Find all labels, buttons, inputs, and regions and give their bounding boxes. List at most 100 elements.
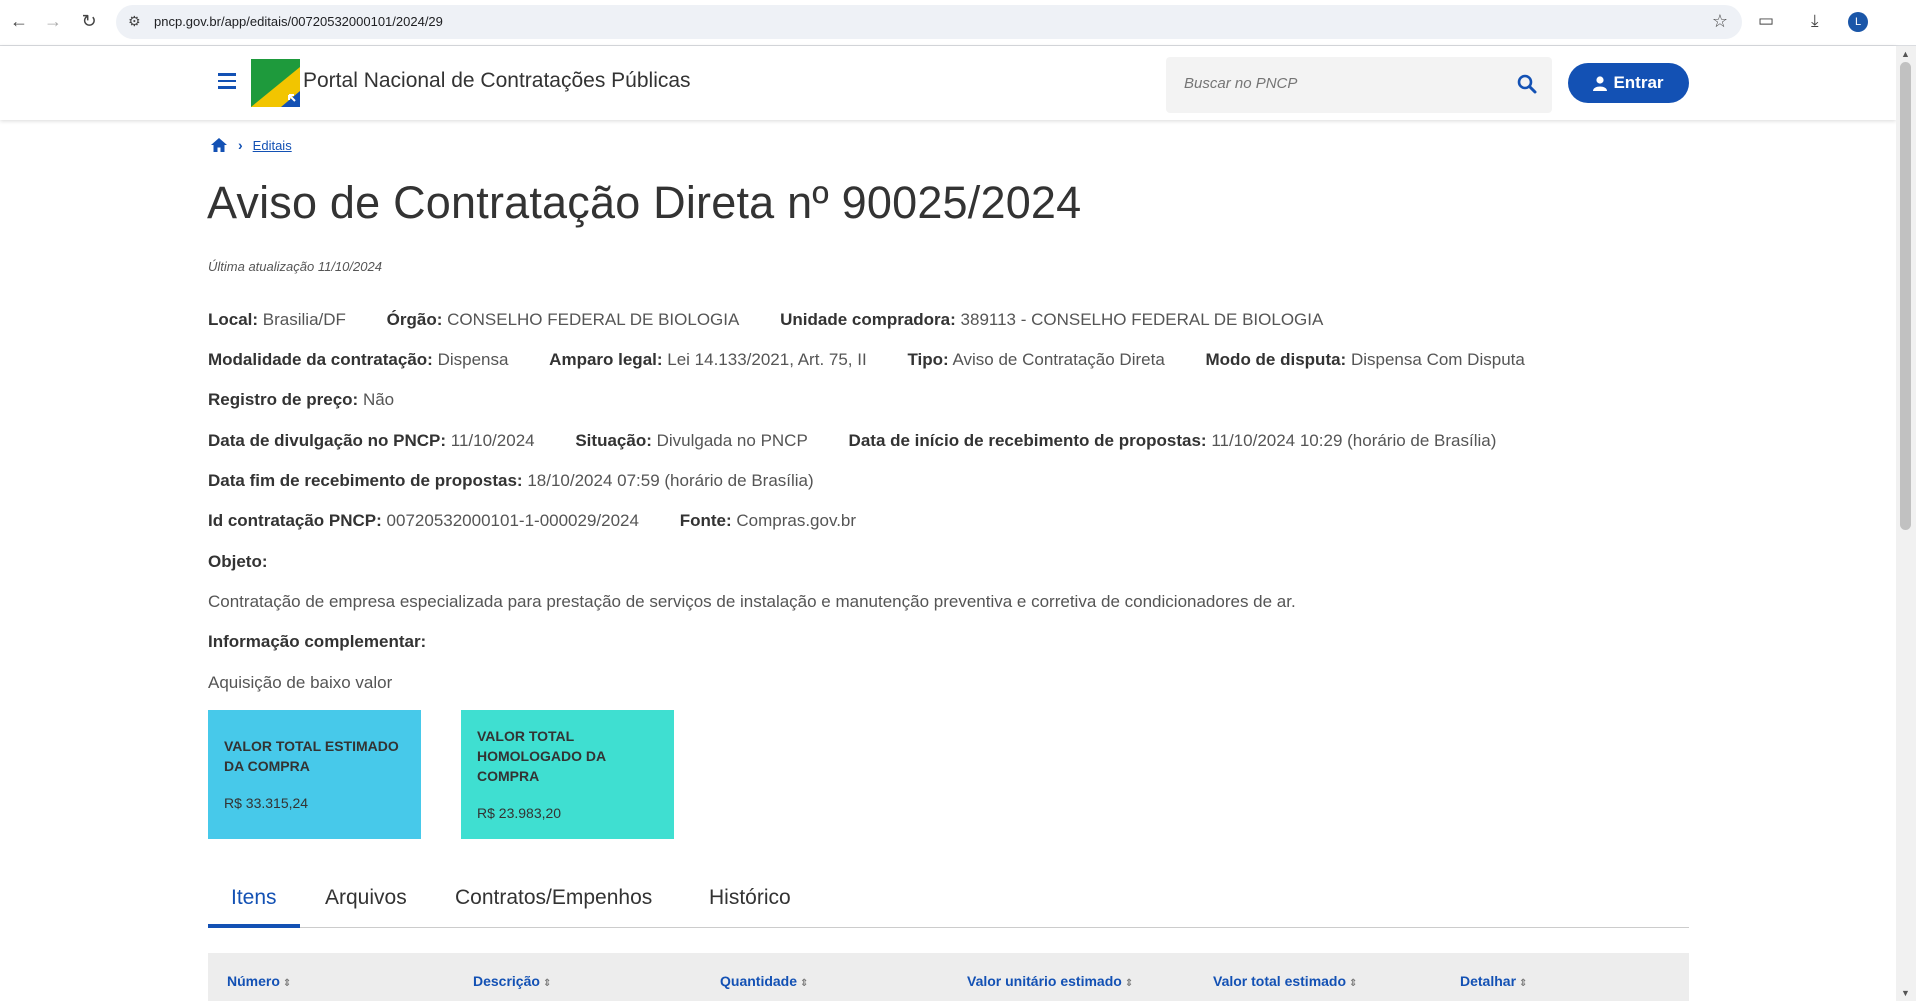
- field-label: Data fim de recebimento de propostas:: [208, 471, 523, 490]
- scroll-up-icon[interactable]: ▲: [1901, 49, 1910, 59]
- details-row-3: Registro de preço: Não: [208, 390, 430, 410]
- field-inicio: Data de início de recebimento de propost…: [849, 431, 1497, 450]
- field-label: Fonte:: [679, 511, 732, 530]
- card-valor-estimado: VALOR TOTAL ESTIMADO DA COMPRA R$ 33.315…: [208, 710, 421, 839]
- field-value: Compras.gov.br: [736, 511, 857, 530]
- column-header-quantidade[interactable]: Quantidade ⇕: [720, 973, 808, 989]
- profile-avatar[interactable]: L: [1848, 12, 1868, 32]
- column-label: Descrição: [473, 973, 540, 989]
- site-header: Portal Nacional de Contratações Públicas…: [0, 46, 1896, 120]
- site-info-icon[interactable]: ⚙: [128, 13, 146, 31]
- tab-arquivos[interactable]: Arquivos: [325, 886, 407, 910]
- details-row-1: Local: Brasilia/DF Órgão: CONSELHO FEDER…: [208, 310, 1359, 330]
- info-complementar-text: Aquisição de baixo valor: [208, 673, 393, 692]
- column-header-valor-unitario[interactable]: Valor unitário estimado ⇕: [967, 973, 1133, 989]
- page-title: Aviso de Contratação Direta nº 90025/202…: [207, 177, 1082, 228]
- info-complementar-label: Informação complementar:: [208, 632, 427, 651]
- field-tipo: Tipo: Aviso de Contratação Direta: [907, 350, 1164, 369]
- objeto-text: Contratação de empresa especializada par…: [208, 592, 1296, 611]
- column-label: Valor total estimado: [1213, 973, 1347, 989]
- scroll-thumb[interactable]: [1900, 62, 1911, 530]
- last-updated: Última atualização 11/10/2024: [208, 259, 382, 274]
- sort-icon[interactable]: ⇕: [800, 978, 808, 989]
- column-header-descricao[interactable]: Descrição ⇕: [473, 973, 551, 989]
- field-value: Dispensa: [437, 350, 509, 369]
- field-label: Amparo legal:: [549, 350, 663, 369]
- field-label: Situação:: [575, 431, 652, 450]
- field-value: 389113 - CONSELHO FEDERAL DE BIOLOGIA: [960, 310, 1324, 329]
- menu-icon[interactable]: [218, 73, 236, 89]
- sort-icon[interactable]: ⇕: [1349, 978, 1357, 989]
- sort-icon[interactable]: ⇕: [1125, 978, 1133, 989]
- reload-icon[interactable]: ↻: [78, 10, 100, 32]
- field-situacao: Situação: Divulgada no PNCP: [575, 431, 807, 450]
- field-value: Brasilia/DF: [262, 310, 346, 329]
- field-label: Registro de preço:: [208, 390, 359, 409]
- forward-icon[interactable]: →: [42, 10, 64, 32]
- tab-itens[interactable]: Itens: [231, 886, 277, 910]
- download-icon[interactable]: ⤓: [1811, 11, 1819, 31]
- field-local: Local: Brasilia/DF: [208, 310, 346, 329]
- field-value: Aviso de Contratação Direta: [952, 350, 1165, 369]
- card-value: R$ 33.315,24: [224, 795, 309, 811]
- extensions-icon[interactable]: ▭: [1758, 11, 1774, 31]
- breadcrumb-link-editais[interactable]: Editais: [253, 138, 292, 153]
- details-row-4: Data de divulgação no PNCP: 11/10/2024 S…: [208, 431, 1532, 451]
- field-value: CONSELHO FEDERAL DE BIOLOGIA: [447, 310, 740, 329]
- page-scrollbar[interactable]: ▲ ▼: [1896, 46, 1916, 1001]
- card-value: R$ 23.983,20: [477, 805, 562, 821]
- column-label: Detalhar: [1460, 973, 1517, 989]
- field-label: Tipo:: [907, 350, 949, 369]
- back-icon[interactable]: ←: [8, 10, 30, 32]
- user-icon: [1593, 75, 1608, 91]
- field-label: Data de divulgação no PNCP:: [208, 431, 447, 450]
- details-row-5: Data fim de recebimento de propostas: 18…: [208, 471, 850, 491]
- field-orgao: Órgão: CONSELHO FEDERAL DE BIOLOGIA: [387, 310, 740, 329]
- login-button[interactable]: Entrar: [1568, 63, 1689, 103]
- column-header-detalhar[interactable]: Detalhar ⇕: [1460, 973, 1527, 989]
- field-value: Não: [362, 390, 395, 409]
- field-value: 18/10/2024 07:59 (horário de Brasília): [527, 471, 814, 490]
- chevron-right-icon: ›: [238, 137, 243, 153]
- field-unidade: Unidade compradora: 389113 - CONSELHO FE…: [780, 310, 1323, 329]
- card-title: VALOR TOTAL HOMOLOGADO DA COMPRA: [477, 728, 606, 784]
- tab-contratos-empenhos[interactable]: Contratos/Empenhos: [455, 886, 652, 910]
- address-bar[interactable]: ⚙ pncp.gov.br/app/editais/00720532000101…: [116, 5, 1742, 39]
- objeto-label: Objeto:: [208, 552, 268, 571]
- field-value: Divulgada no PNCP: [656, 431, 808, 450]
- column-header-numero[interactable]: Número ⇕: [227, 973, 291, 989]
- sort-icon[interactable]: ⇕: [1519, 978, 1527, 989]
- scroll-down-icon[interactable]: ▼: [1901, 988, 1910, 998]
- bookmark-star-icon[interactable]: ☆: [1712, 11, 1728, 32]
- sort-icon[interactable]: ⇕: [543, 978, 551, 989]
- search-icon[interactable]: [1516, 73, 1538, 95]
- field-label: Órgão:: [386, 310, 443, 329]
- active-tab-indicator: [208, 924, 300, 928]
- pncp-logo[interactable]: [251, 59, 300, 107]
- url-text[interactable]: pncp.gov.br/app/editais/00720532000101/2…: [154, 14, 443, 29]
- column-header-valor-total[interactable]: Valor total estimado ⇕: [1213, 973, 1357, 989]
- column-label: Valor unitário estimado: [967, 973, 1122, 989]
- field-amparo: Amparo legal: Lei 14.133/2021, Art. 75, …: [549, 350, 867, 369]
- field-id: Id contratação PNCP: 00720532000101-1-00…: [208, 511, 639, 530]
- column-label: Número: [227, 973, 280, 989]
- search-input[interactable]: [1182, 74, 1506, 93]
- field-label: Modalidade da contratação:: [208, 350, 433, 369]
- details-row-6: Id contratação PNCP: 00720532000101-1-00…: [208, 511, 892, 531]
- tab-bar: Itens Arquivos Contratos/Empenhos Histór…: [208, 880, 1689, 928]
- sort-icon[interactable]: ⇕: [283, 978, 291, 989]
- field-value: Dispensa Com Disputa: [1350, 350, 1525, 369]
- field-label: Id contratação PNCP:: [208, 511, 382, 530]
- field-modo: Modo de disputa: Dispensa Com Disputa: [1206, 350, 1525, 369]
- site-title[interactable]: Portal Nacional de Contratações Públicas: [303, 69, 691, 93]
- field-label: Unidade compradora:: [780, 310, 956, 329]
- card-valor-homologado: VALOR TOTAL HOMOLOGADO DA COMPRA R$ 23.9…: [461, 710, 674, 839]
- field-label: Local:: [208, 310, 259, 329]
- card-title: VALOR TOTAL ESTIMADO DA COMPRA: [224, 738, 399, 774]
- items-table-header: Número ⇕ Descrição ⇕ Quantidade ⇕ Valor uni…: [208, 953, 1689, 1001]
- home-icon[interactable]: [210, 137, 228, 153]
- field-value: Lei 14.133/2021, Art. 75, II: [667, 350, 867, 369]
- tab-historico[interactable]: Histórico: [709, 886, 791, 910]
- search-box: [1166, 57, 1552, 113]
- field-label: Modo de disputa:: [1205, 350, 1347, 369]
